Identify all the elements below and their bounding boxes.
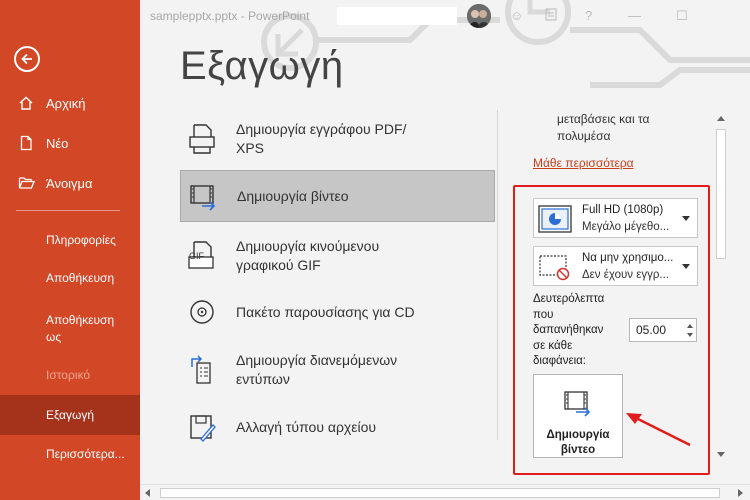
quality-dropdown[interactable]: Full HD (1080p) Μεγάλο μέγεθο... [533,198,698,238]
nav-new-label: Νέο [46,135,69,151]
nav-home[interactable]: Αρχική [0,85,140,121]
option-label: εντύπων [236,371,290,387]
back-button[interactable] [14,46,40,72]
timings-title: Να μην χρησιμο... [582,252,674,264]
video-icon [181,176,225,216]
window-title: samplepptx.pptx - PowerPoint [150,9,310,23]
horizontal-scrollbar[interactable] [140,484,750,500]
option-label: Δημιουργία βίντεο [237,187,349,204]
label-line: σε κάθε [533,339,573,352]
nav-divider [16,210,120,211]
handouts-icon [180,350,224,390]
scroll-thumb[interactable] [716,129,726,259]
maximize-button[interactable]: ☐ [676,8,688,24]
chevron-down-icon [682,216,690,221]
smiley-icon[interactable]: ☺ [510,8,523,23]
option-create-pdf-xps[interactable]: Δημιουργία εγγράφου PDF/XPS [180,115,495,163]
option-label: Αλλαγή τύπου αρχείου [236,418,377,435]
presentation-quality-icon [538,205,572,238]
account-name-redacted [337,7,457,25]
option-label: Δημιουργία διανεμόμενων [236,352,398,368]
description-line: μεταβάσεις και τα [557,112,650,126]
quality-title: Full HD (1080p) [582,204,664,216]
seconds-input[interactable] [630,319,682,341]
label-line: διαφάνεια: [533,355,586,367]
label-line: Δευτερόλεπτα [533,293,605,305]
arrow-left-icon [21,53,32,65]
timings-dropdown[interactable]: Να μην χρησιμο... Δεν έχουν εγγρ... [533,246,698,286]
label-line: δαπανήθηκαν [533,324,604,336]
nav-open[interactable]: Άνοιγμα [0,165,140,201]
quality-subtitle: Μεγάλο μέγεθο... [582,221,670,233]
scroll-left-icon[interactable] [145,489,150,497]
scroll-thumb[interactable] [160,488,720,498]
nav-history[interactable]: Ιστορικό [46,368,90,382]
user-photo-icon [467,4,491,28]
gif-badge: GIF [189,251,204,261]
ribbon-display-icon[interactable] [545,8,557,24]
option-create-gif[interactable]: Δημιουργία κινούμενου γραφικού GIF [180,232,495,280]
page-title: Εξαγωγή [180,44,344,88]
nav-open-label: Άνοιγμα [46,175,93,191]
panel-divider [497,110,498,440]
nav-export[interactable]: Εξαγωγή [46,408,94,422]
folder-open-icon [18,175,38,191]
annotation-arrow-icon [626,413,691,447]
nav-save[interactable]: Αποθήκευση [46,271,114,285]
option-label: XPS [236,140,265,156]
nav-info[interactable]: Πληροφορίες [46,233,116,247]
option-label: Δημιουργία εγγράφου PDF/ [236,121,407,137]
option-label: Δημιουργία κινούμενου [236,238,380,254]
seconds-stepper[interactable] [629,318,697,342]
nav-new[interactable]: Νέο [0,125,140,161]
scroll-up-icon[interactable] [717,116,725,121]
option-package-cd[interactable]: Πακέτο παρουσίασης για CD [180,290,495,334]
vertical-scrollbar[interactable] [713,110,729,465]
video-icon [562,389,594,422]
video-description: μεταβάσεις και τα πολυμέσα [557,111,649,145]
save-as-type-icon [180,407,224,447]
option-label: Πακέτο παρουσίασης για CD [236,303,415,320]
stepper-up-icon[interactable] [687,324,693,328]
nav-save-as-line2: ως [46,330,62,344]
help-button[interactable]: ? [585,8,592,23]
learn-more-link[interactable]: Μάθε περισσότερα [533,156,634,170]
option-create-handouts[interactable]: Δημιουργία διανεμόμενων εντύπων [180,346,495,394]
backstage-sidebar: Αρχική Νέο Άνοιγμα Πληροφορίες Αποθήκευσ… [0,0,140,500]
description-line: πολυμέσα [557,129,611,143]
nav-save-as-line1: Αποθήκευση [46,313,115,327]
minimize-button[interactable]: — [628,8,641,23]
stepper-down-icon[interactable] [687,333,693,337]
nav-more[interactable]: Περισσότερα... [46,447,125,461]
cd-icon [180,292,224,332]
option-create-video[interactable]: Δημιουργία βίντεο [180,170,495,222]
option-label: γραφικού GIF [236,257,321,273]
button-label: βίντεο [560,444,596,456]
scroll-right-icon[interactable] [738,489,743,497]
home-icon [18,95,38,111]
avatar[interactable] [467,4,491,28]
no-timings-icon [538,253,572,286]
pdf-document-icon [180,119,224,159]
titlebar: samplepptx.pptx - PowerPoint ☺ ? — ☐ [140,0,750,32]
chevron-down-icon [682,264,690,269]
nav-home-label: Αρχική [46,95,86,111]
button-label: Δημιουργία [546,429,610,441]
new-document-icon [18,135,38,151]
scroll-down-icon[interactable] [717,452,725,457]
create-video-button[interactable]: Δημιουργία βίντεο [533,374,623,458]
option-change-file-type[interactable]: Αλλαγή τύπου αρχείου [180,405,495,449]
label-line: που [533,308,554,321]
timings-subtitle: Δεν έχουν εγγρ... [582,269,669,281]
seconds-per-slide-label: Δευτερόλεπτα που δαπανήθηκαν σε κάθε δια… [533,292,628,370]
